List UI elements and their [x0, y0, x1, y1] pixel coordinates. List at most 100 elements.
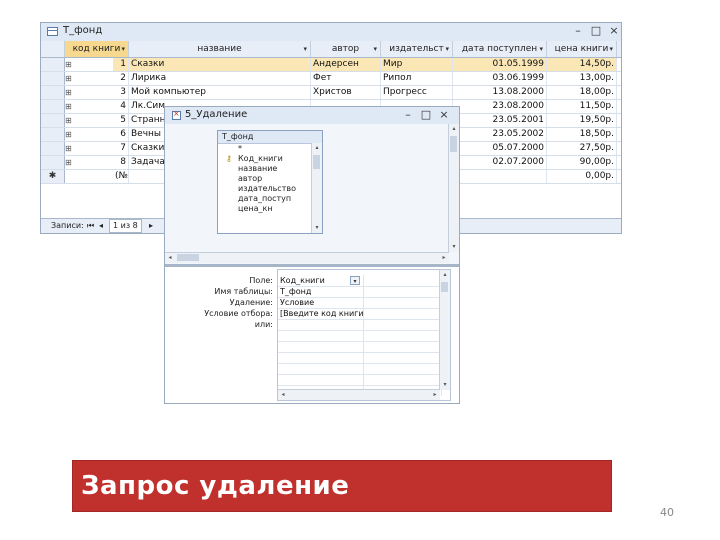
scroll-down-icon[interactable]: ▾: [440, 380, 450, 390]
close-button[interactable]: ×: [437, 108, 451, 122]
cell-price[interactable]: 90,00р.: [547, 156, 617, 169]
field-list-item[interactable]: дата_поступ: [218, 194, 322, 204]
dropdown-arrow-icon[interactable]: ▾: [350, 276, 360, 285]
design-grid-cell[interactable]: [364, 286, 442, 297]
cell-date[interactable]: 13.08.2000: [453, 86, 547, 99]
field-list-item[interactable]: название: [218, 164, 322, 174]
select-all-corner[interactable]: [41, 41, 65, 57]
design-grid-cell[interactable]: [278, 330, 364, 341]
chevron-down-icon[interactable]: ▾: [373, 41, 377, 57]
cell-price[interactable]: 0,00р.: [547, 170, 617, 183]
cell-date[interactable]: [453, 170, 547, 183]
scroll-up-icon[interactable]: ▴: [449, 124, 459, 134]
expand-icon[interactable]: ⊞: [65, 142, 113, 155]
grid-vscrollbar[interactable]: ▴ ▾: [439, 270, 450, 390]
row-selector[interactable]: [41, 72, 65, 85]
cell-id[interactable]: 8: [113, 156, 129, 169]
design-grid-cell[interactable]: [278, 352, 364, 363]
row-selector[interactable]: [41, 156, 65, 169]
minimize-button[interactable]: –: [571, 24, 585, 38]
cell-author[interactable]: Фет: [311, 72, 381, 85]
cell-price[interactable]: 18,00р.: [547, 86, 617, 99]
record-position-field[interactable]: 1 из 8: [109, 219, 142, 233]
design-grid-cell[interactable]: [278, 319, 364, 330]
design-grid-cell[interactable]: [364, 308, 442, 319]
row-selector[interactable]: [41, 128, 65, 141]
design-grid-cell[interactable]: [Введите код книги]: [278, 308, 364, 319]
field-list-title[interactable]: Т_фонд: [218, 131, 322, 144]
cell-date[interactable]: 23.05.2001: [453, 114, 547, 127]
cell-date[interactable]: 23.05.2002: [453, 128, 547, 141]
scroll-left-icon[interactable]: ◂: [165, 253, 175, 263]
cell-name[interactable]: Мой компьютер: [129, 86, 311, 99]
column-header-date[interactable]: дата поступлен ▾: [453, 41, 547, 57]
column-header-name[interactable]: название ▾: [129, 41, 311, 57]
cell-date[interactable]: 23.08.2000: [453, 100, 547, 113]
row-selector[interactable]: [41, 114, 65, 127]
chevron-down-icon[interactable]: ▾: [121, 41, 125, 57]
field-list-item[interactable]: издательство: [218, 184, 322, 194]
expand-icon[interactable]: ⊞: [65, 128, 113, 141]
cell-author[interactable]: Андерсен: [311, 58, 381, 71]
design-grid-cell[interactable]: [278, 341, 364, 352]
row-selector[interactable]: [41, 100, 65, 113]
row-selector[interactable]: [41, 58, 65, 71]
expand-icon[interactable]: ⊞: [65, 86, 113, 99]
cell-date[interactable]: 05.07.2000: [453, 142, 547, 155]
cell-price[interactable]: 11,50р.: [547, 100, 617, 113]
field-list-item[interactable]: *: [218, 144, 322, 154]
design-grid-cell[interactable]: [364, 352, 442, 363]
scroll-right-icon[interactable]: ▸: [439, 253, 449, 263]
design-grid-cell[interactable]: [278, 363, 364, 374]
scroll-right-icon[interactable]: ▸: [430, 390, 440, 400]
column-header-id[interactable]: код книги ▾: [65, 41, 129, 57]
cell-date[interactable]: 01.05.1999: [453, 58, 547, 71]
scroll-down-icon[interactable]: ▾: [449, 242, 459, 252]
cell-publisher[interactable]: Прогресс: [381, 86, 453, 99]
cell-name[interactable]: Сказки: [129, 58, 311, 71]
design-grid-cell[interactable]: [364, 341, 442, 352]
table-pane-hscrollbar[interactable]: ◂ ▸: [165, 252, 449, 263]
cell-id[interactable]: 7: [113, 142, 129, 155]
expand-icon[interactable]: ⊞: [65, 100, 113, 113]
row-selector[interactable]: [41, 142, 65, 155]
design-grid-cell[interactable]: [364, 319, 442, 330]
column-header-price[interactable]: цена книги ▾: [547, 41, 617, 57]
chevron-down-icon[interactable]: ▾: [609, 41, 613, 57]
design-grid-cell[interactable]: Условие: [278, 297, 364, 308]
column-header-publisher[interactable]: издательст ▾: [381, 41, 453, 57]
chevron-down-icon[interactable]: ▾: [539, 41, 543, 57]
cell-id[interactable]: (№): [113, 170, 129, 183]
column-header-author[interactable]: автор ▾: [311, 41, 381, 57]
scroll-thumb[interactable]: [177, 254, 199, 261]
expand-icon[interactable]: ⊞: [65, 114, 113, 127]
design-grid-cell[interactable]: [278, 374, 364, 385]
cell-price[interactable]: 18,50р.: [547, 128, 617, 141]
scroll-down-icon[interactable]: ▾: [312, 223, 322, 233]
next-record-button[interactable]: ▸: [149, 219, 153, 233]
cell-id[interactable]: 6: [113, 128, 129, 141]
design-grid-cell[interactable]: Т_фонд: [278, 286, 364, 297]
maximize-button[interactable]: □: [589, 24, 603, 38]
expand-icon[interactable]: ⊞: [65, 72, 113, 85]
cell-id[interactable]: 4: [113, 100, 129, 113]
close-button[interactable]: ×: [607, 24, 621, 38]
design-grid-cell[interactable]: [364, 275, 442, 286]
cell-price[interactable]: 27,50р.: [547, 142, 617, 155]
expand-icon[interactable]: ⊞: [65, 58, 113, 71]
cell-id[interactable]: 5: [113, 114, 129, 127]
scroll-thumb[interactable]: [450, 136, 457, 152]
cell-price[interactable]: 14,50р.: [547, 58, 617, 71]
grid-hscrollbar[interactable]: ◂ ▸: [278, 389, 440, 400]
cell-id[interactable]: 2: [113, 72, 129, 85]
chevron-down-icon[interactable]: ▾: [445, 41, 449, 57]
design-grid-cell[interactable]: [364, 297, 442, 308]
field-list-scrollbar[interactable]: ▴ ▾: [311, 143, 322, 233]
design-grid-cell[interactable]: [364, 374, 442, 385]
cell-publisher[interactable]: Рипол: [381, 72, 453, 85]
design-grid-cell[interactable]: [364, 330, 442, 341]
cell-id[interactable]: 1: [113, 58, 129, 71]
cell-id[interactable]: 3: [113, 86, 129, 99]
table-row[interactable]: ⊞ 3 Мой компьютер Христов Прогресс 13.08.2000…: [41, 86, 621, 100]
field-list-t-fond[interactable]: Т_фонд * ⚷ Код_книги название автор издательс…: [217, 130, 323, 234]
